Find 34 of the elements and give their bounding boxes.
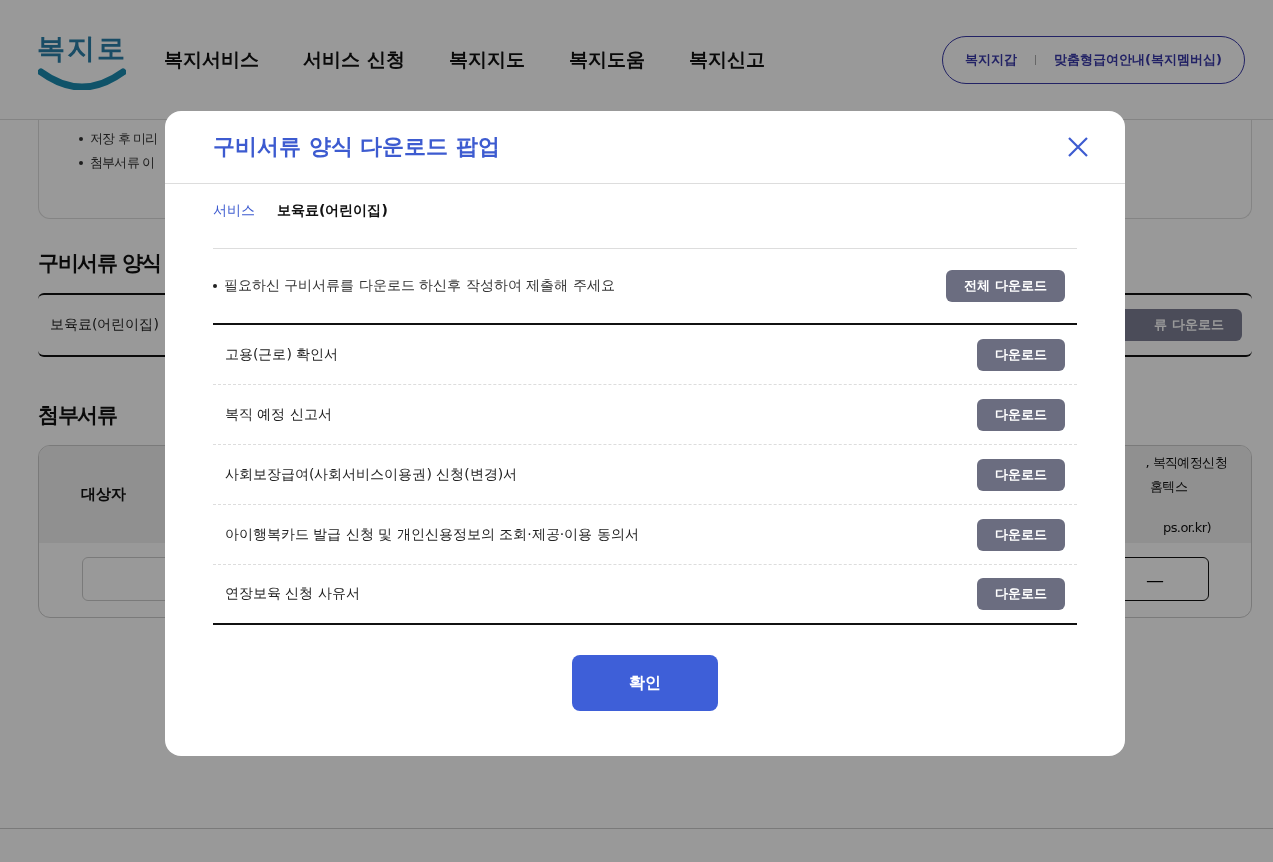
- confirm-button[interactable]: 확인: [572, 655, 718, 711]
- document-name: 사회보장급여(사회서비스이용권) 신청(변경)서: [225, 465, 518, 484]
- quick-link[interactable]: 맞춤형급여안내(복지멤버십): [1054, 50, 1222, 69]
- service-name: 보육료(어린이집): [50, 316, 159, 334]
- quick-link[interactable]: 복지지갑: [965, 50, 1018, 69]
- section-title: 첨부서류: [38, 402, 116, 429]
- nav-link[interactable]: 복지지도: [448, 46, 525, 73]
- download-button[interactable]: 다운로드: [977, 458, 1065, 491]
- nav-link[interactable]: 복지신고: [688, 46, 765, 73]
- column-header-text: ps.or.kr): [1163, 520, 1211, 535]
- column-header: 대상자: [81, 485, 126, 504]
- modal-title: 구비서류 양식 다운로드 팝업: [213, 133, 500, 161]
- instruction-text: 필요하신 구비서류를 다운로드 하신후 작성하여 제출해 주세요: [213, 277, 615, 295]
- download-button[interactable]: 다운로드: [977, 578, 1065, 610]
- document-name: 고용(근로) 확인서: [225, 345, 339, 364]
- service-value: 보육료(어린이집): [277, 202, 388, 220]
- logo[interactable]: 복지로: [37, 29, 127, 68]
- column-header-text: , 복직예정신청: [1145, 454, 1227, 472]
- close-icon: [1067, 136, 1089, 158]
- nav-link[interactable]: 서비스 신청: [303, 46, 405, 73]
- close-button[interactable]: [1067, 136, 1089, 158]
- document-name: 연장보육 신청 사유서: [225, 585, 360, 603]
- download-button[interactable]: 다운로드: [977, 398, 1065, 431]
- service-label: 서비스: [213, 202, 255, 220]
- nav-link[interactable]: 복지서비스: [164, 46, 259, 73]
- smile-icon: [38, 67, 126, 90]
- column-header-text: 홈텍스: [1149, 478, 1187, 496]
- download-button[interactable]: 다운로드: [977, 518, 1065, 551]
- document-name: 복직 예정 신고서: [225, 405, 332, 424]
- download-all-button[interactable]: 전체 다운로드: [946, 270, 1065, 302]
- document-name: 아이행복카드 발급 신청 및 개인신용정보의 조회·제공·이용 동의서: [225, 525, 639, 544]
- section-title: 구비서류 양식: [38, 250, 161, 277]
- download-button[interactable]: 다운로드: [977, 338, 1065, 371]
- nav-link[interactable]: 복지도움: [568, 46, 645, 73]
